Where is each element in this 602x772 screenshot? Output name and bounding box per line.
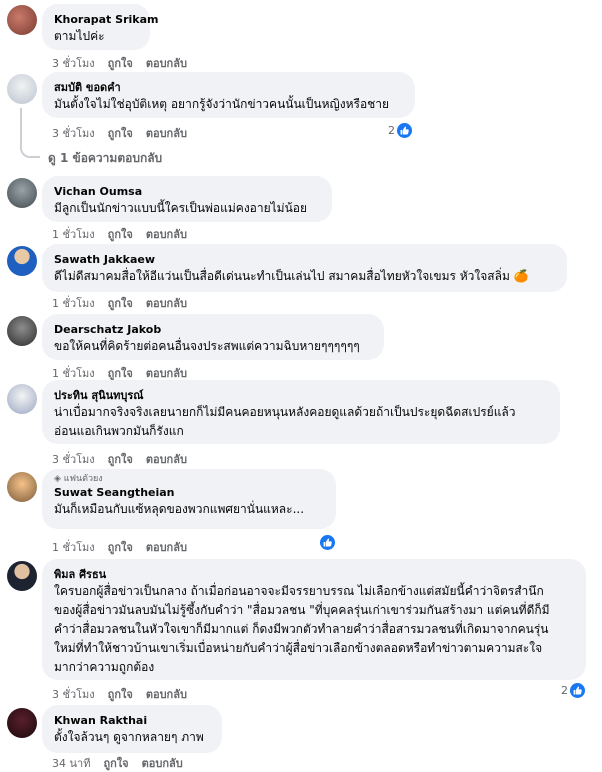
comment-time[interactable]: 1 ชั่วโมง [52,228,95,241]
comment-actions: 3 ชั่วโมง ถูกใจ ตอบกลับ [52,685,200,703]
avatar[interactable] [7,708,37,738]
like-reaction-icon [320,535,335,550]
comment-text-line: คำว่าสื่อมวลชนในหัวใจเขาก็มีมากแต่ ก็ดงม… [54,622,549,636]
like-button[interactable]: ถูกใจ [103,757,128,770]
comment-time[interactable]: 3 ชั่วโมง [52,688,95,701]
comment-actions: 1 ชั่วโมง ถูกใจ ตอบกลับ [52,294,200,312]
diamond-icon: ◈ [54,474,61,484]
commenter-name[interactable]: พิมล ศีรธน [54,567,574,582]
comment-text: ดีไม่ดีสมาคมสื่อให้อีแว่นเป็นสื่อดีเด่นน… [54,267,555,286]
comment-bubble: Khorapat Srikam ตามไปค่ะ [42,4,158,50]
reply-button[interactable]: ตอบกลับ [146,57,187,70]
reaction-count[interactable]: 2 [388,123,412,138]
avatar[interactable] [7,5,37,35]
avatar[interactable] [7,246,37,276]
like-button[interactable]: ถูกใจ [108,297,133,310]
commenter-name[interactable]: Khwan Rakthai [54,713,210,728]
reaction-number: 2 [561,684,568,697]
comment-time[interactable]: 1 ชั่วโมง [52,541,95,554]
comment-actions: 3 ชั่วโมง ถูกใจ ตอบกลับ [52,54,200,72]
commenter-name[interactable]: ประทิน สุนินทบุรณ์ [54,388,548,403]
reply-button[interactable]: ตอบกลับ [146,297,187,310]
reply-button[interactable]: ตอบกลับ [146,127,187,140]
comment-text-line: ดีไม่ดีสมาคมสื่อให้อีแว่นเป็นสื่อดีเด่นน… [54,269,510,283]
comment-text-line: ของผู้สื่อข่าวมันลบมันไม่รู้ซึ้งกับคำว่า… [54,603,550,617]
comment-time[interactable]: 1 ชั่วโมง [52,297,95,310]
comment-text: มีลูกเป็นนักข่าวแบบนี้ใครเป็นพ่อแม่คงอาย… [54,201,308,215]
orange-emoji: 🍊 [513,269,529,283]
like-button[interactable]: ถูกใจ [108,367,133,380]
comment-text-line: ใหม่ที่ทำให้ชาวบ้านเขาเริ่มเบื่อหน่ายกับ… [54,641,543,655]
avatar[interactable] [7,74,37,104]
comment-text: ขอให้คนที่คิดร้ายต่อคนอื่นจงประสพแต่ความ… [54,339,360,353]
reply-button[interactable]: ตอบกลับ [142,757,183,770]
like-button[interactable]: ถูกใจ [108,453,133,466]
avatar[interactable] [7,384,37,414]
like-button[interactable]: ถูกใจ [108,57,133,70]
avatar[interactable] [7,561,37,591]
comment-time[interactable]: 3 ชั่วโมง [52,57,95,70]
commenter-name[interactable]: Khorapat Srikam [54,12,158,27]
reaction-icon[interactable] [320,535,335,550]
reply-button[interactable]: ตอบกลับ [146,688,187,701]
comment-bubble: Sawath Jakkaew ดีไม่ดีสมาคมสื่อให้อีแว่น… [42,244,567,292]
comment-bubble: ประทิน สุนินทบุรณ์ น่าเบื่อมากจริงจริงเล… [42,380,560,444]
comment-time[interactable]: 34 นาที [52,757,90,770]
comment-text-line: อ่อนแอเกินพวกมันก็รังแก [54,424,184,438]
avatar[interactable] [7,472,37,502]
reply-button[interactable]: ตอบกลับ [146,541,187,554]
comment-actions: 3 ชั่วโมง ถูกใจ ตอบกลับ [52,124,200,142]
avatar[interactable] [7,316,37,346]
comment-bubble: Dearschatz Jakob ขอให้คนที่คิดร้ายต่อคนอ… [42,314,384,360]
badge-label: แฟนตัวยง [63,474,103,484]
comment-text: ตั้งใจล้วนๆ ดูจากหลายๆ ภาพ [54,730,204,744]
comment-actions: 1 ชั่วโมง ถูกใจ ตอบกลับ [52,225,200,243]
comment-time[interactable]: 1 ชั่วโมง [52,367,95,380]
top-fan-badge[interactable]: ◈ แฟนตัวยง [54,473,324,485]
commenter-name[interactable]: Suwat Seangtheian [54,485,324,500]
comment-bubble: สมบัติ ขอดคำ มันตั้งใจไม่ใช่อุบัติเหตุ อ… [42,72,415,118]
like-button[interactable]: ถูกใจ [108,127,133,140]
like-button[interactable]: ถูกใจ [108,228,133,241]
comment-time[interactable]: 3 ชั่วโมง [52,127,95,140]
commenter-name[interactable]: Vichan Oumsa [54,184,320,199]
comment-text: มันตั้งใจไม่ใช่อุบัติเหตุ อยากรู้จังว่าน… [54,97,390,111]
comment-text: มันก็เหมือนกับแซ้หลุดของพวกแพศยานั่นแหละ… [54,502,305,516]
comment-actions: 34 นาที ถูกใจ ตอบกลับ [52,754,196,772]
comment-bubble: ◈ แฟนตัวยง Suwat Seangtheian มันก็เหมือน… [42,469,336,529]
like-button[interactable]: ถูกใจ [108,688,133,701]
comment-actions: 3 ชั่วโมง ถูกใจ ตอบกลับ [52,450,200,468]
avatar[interactable] [7,178,37,208]
comment-bubble: Khwan Rakthai ตั้งใจล้วนๆ ดูจากหลายๆ ภาพ [42,705,222,753]
thread-line [20,108,40,158]
comment-text-line: ใครบอกผู้สื่อข่าวเป็นกลาง ถ้าเมื่อก่อนอา… [54,584,544,598]
comment-text: ตามไปค่ะ [54,29,105,43]
comment-bubble: Vichan Oumsa มีลูกเป็นนักข่าวแบบนี้ใครเป… [42,176,332,222]
comment-time[interactable]: 3 ชั่วโมง [52,453,95,466]
reply-button[interactable]: ตอบกลับ [146,367,187,380]
like-reaction-icon [570,683,585,698]
comment-text-line: มากว่าความถูกต้อง [54,660,155,674]
commenter-name[interactable]: สมบัติ ขอดคำ [54,80,403,95]
view-replies-link[interactable]: ดู 1 ข้อความตอบกลับ [48,149,162,168]
reaction-count[interactable]: 2 [561,683,585,698]
reply-button[interactable]: ตอบกลับ [146,228,187,241]
comment-bubble: พิมล ศีรธน ใครบอกผู้สื่อข่าวเป็นกลาง ถ้า… [42,559,586,680]
comment-actions: 1 ชั่วโมง ถูกใจ ตอบกลับ [52,538,200,556]
like-button[interactable]: ถูกใจ [108,541,133,554]
comment-text-line: น่าเบื่อมากจริงจริงเลยนายกก็ไม่มีคนคอยหน… [54,405,516,419]
reply-button[interactable]: ตอบกลับ [146,453,187,466]
like-reaction-icon [397,123,412,138]
commenter-name[interactable]: Dearschatz Jakob [54,322,372,337]
commenter-name[interactable]: Sawath Jakkaew [54,252,555,267]
reaction-number: 2 [388,124,395,137]
